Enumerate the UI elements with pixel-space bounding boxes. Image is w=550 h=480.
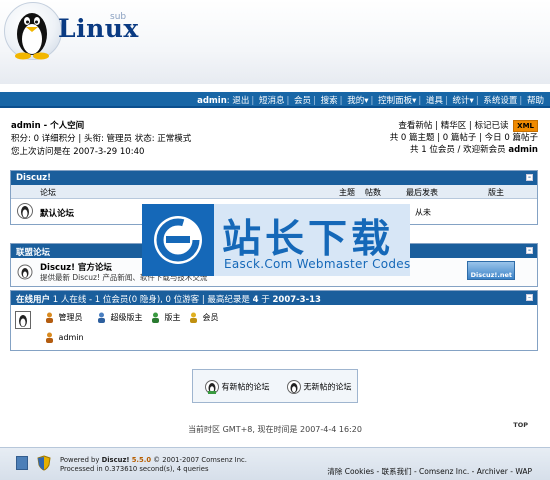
league-title: 联盟论坛 — [16, 248, 51, 258]
forum-stats: 共 0 篇主题 | 0 篇帖子 | 今日 0 篇帖子 — [389, 133, 538, 143]
nav-stats[interactable]: 统计▾ — [453, 96, 474, 106]
main-nav: admin: 退出 | 短消息 | 会员 | 搜索 | 我的▾ | 控制面板▾ | 道具 | … — [197, 96, 544, 106]
watermark-e-logo-icon — [154, 216, 202, 264]
legend-super-mod-label: 超级版主 — [110, 313, 143, 322]
nav-control-panel[interactable]: 控制面板▾ — [378, 96, 416, 106]
legend-new-posts: 有新帖的论坛 — [205, 379, 270, 395]
collapse-icon[interactable]: – — [526, 294, 533, 301]
online-record: 4 — [252, 295, 259, 305]
nav-messages[interactable]: 短消息 — [259, 96, 285, 106]
legend-super-mod: 超级版主 — [97, 312, 143, 323]
super-mod-person-icon — [98, 312, 105, 323]
last-visit: 您上次访问是在 2007-3-29 10:40 — [11, 147, 145, 157]
footer-links[interactable]: 清除 Cookies - 联系我们 - Comsenz Inc. - Archi… — [327, 466, 532, 477]
new-member-link[interactable]: admin — [508, 145, 538, 155]
legend-mod-label: 版主 — [164, 313, 181, 322]
online-count: 1 人在线 - 1 位会员(0 隐身), 0 位游客 | 最高纪录是 — [52, 295, 250, 305]
legend-no-new-label: 无新帖的论坛 — [303, 382, 352, 392]
powered-by-label: Powered by — [60, 456, 100, 464]
quick-links[interactable]: 查看新帖 | 精华区 | 标记已读 — [398, 121, 508, 131]
user-info: admin - 个人空间 积分: 0 详细积分 | 头衔: 管理员 状态: 正常… — [11, 120, 191, 159]
processed-time: Processed in 0.373610 second(s), 4 queri… — [60, 465, 209, 473]
nav-logout[interactable]: 退出 — [232, 96, 249, 106]
legend-admin: 管理员 — [45, 312, 83, 323]
online-users: 在线用户 1 人在线 - 1 位会员(0 隐身), 0 位游客 | 最高纪录是 … — [10, 290, 538, 351]
watermark-banner: 站长下载 Easck.Com Webmaster Codes — [142, 204, 410, 276]
nav-members[interactable]: 会员 — [294, 96, 311, 106]
logo-text: Linux — [58, 14, 139, 43]
legend-member-label: 会员 — [202, 313, 219, 322]
new-posts-icon — [205, 380, 219, 394]
no-new-posts-icon — [287, 380, 301, 394]
online-body: 管理员 超级版主 版主 会员 admin — [11, 305, 537, 350]
league-forum-icon — [17, 264, 33, 280]
legend-no-new-posts: 无新帖的论坛 — [287, 379, 352, 395]
online-record-date: 2007-3-13 — [272, 295, 321, 305]
nav-settings[interactable]: 系统设置 — [483, 96, 517, 106]
col-forum: 论坛 — [40, 188, 56, 197]
legend-admin-label: 管理员 — [58, 313, 83, 322]
table-column-header: 论坛 主题 帖数 最后发表 版主 — [11, 185, 537, 199]
user-credits-status: 积分: 0 详细积分 | 头衔: 管理员 状态: 正常模式 — [11, 134, 192, 144]
footer-badge-icon — [16, 456, 28, 470]
admin-person-icon — [46, 332, 53, 343]
col-last-post: 最后发表 — [406, 188, 438, 197]
watermark-subtitle: Easck.Com Webmaster Codes — [224, 257, 411, 271]
category-title[interactable]: Discuz! — [16, 173, 51, 183]
forum-icon-legend: 有新帖的论坛 无新帖的论坛 — [192, 369, 358, 403]
tux-penguin-icon — [15, 13, 49, 60]
member-stats: 共 1 位会员 / 欢迎新会员 — [410, 145, 506, 155]
col-moderator: 版主 — [488, 188, 504, 197]
footer: Powered by Discuz! 5.5.0 © 2001-2007 Com… — [0, 447, 550, 480]
nav-items[interactable]: 道具 — [426, 96, 443, 106]
mod-person-icon — [152, 312, 159, 323]
online-user-name[interactable]: admin — [59, 333, 84, 342]
discuz-net-logo[interactable]: Discuz!.net — [467, 261, 515, 280]
shield-icon — [37, 455, 51, 471]
back-to-top-link[interactable]: TOP — [513, 421, 528, 429]
member-person-icon — [190, 312, 197, 323]
online-icon — [15, 311, 31, 329]
xml-feed-badge[interactable]: XML — [513, 120, 538, 132]
legend-mod: 版主 — [151, 312, 181, 323]
forum-name[interactable]: 默认论坛 — [40, 207, 74, 219]
online-label[interactable]: 在线用户 — [16, 295, 50, 305]
user-space-title[interactable]: admin - 个人空间 — [11, 120, 191, 133]
online-header: 在线用户 1 人在线 - 1 位会员(0 隐身), 0 位游客 | 最高纪录是 … — [11, 291, 537, 305]
online-user[interactable]: admin — [45, 332, 84, 343]
nav-help[interactable]: 帮助 — [527, 96, 544, 106]
forum-no-new-icon — [17, 203, 33, 219]
category-header: Discuz! – — [11, 171, 537, 185]
col-posts: 帖数 — [365, 188, 381, 197]
forum-last-post: 从未 — [415, 208, 431, 217]
timezone-info: 当前时区 GMT+8, 现在时间是 2007-4-4 16:20 — [188, 425, 362, 434]
collapse-icon[interactable]: – — [526, 247, 533, 254]
admin-person-icon — [46, 312, 53, 323]
logo-sub: sub — [110, 12, 127, 22]
header: Linux sub — [0, 0, 550, 84]
footer-powered: Powered by Discuz! 5.5.0 © 2001-2007 Com… — [60, 456, 247, 474]
nav-search[interactable]: 搜索 — [321, 96, 338, 106]
legend-member: 会员 — [189, 312, 219, 323]
watermark-title: 站长下载 — [222, 217, 395, 262]
copyright: © 2001-2007 Comsenz Inc. — [153, 456, 247, 464]
nav-my[interactable]: 我的▾ — [347, 96, 368, 106]
side-info: 查看新帖 | 精华区 | 标记已读 XML 共 0 篇主题 | 0 篇帖子 | … — [390, 120, 538, 156]
nav-username[interactable]: admin — [197, 96, 227, 106]
online-on: 于 — [261, 295, 270, 305]
nav-bar: admin: 退出 | 短消息 | 会员 | 搜索 | 我的▾ | 控制面板▾ | 道具 | … — [0, 92, 550, 108]
col-topics: 主题 — [339, 188, 355, 197]
legend-new-label: 有新帖的论坛 — [221, 382, 270, 392]
collapse-icon[interactable]: – — [526, 174, 533, 181]
powered-by-product[interactable]: Discuz! — [102, 456, 130, 464]
product-version: 5.5.0 — [131, 456, 152, 464]
